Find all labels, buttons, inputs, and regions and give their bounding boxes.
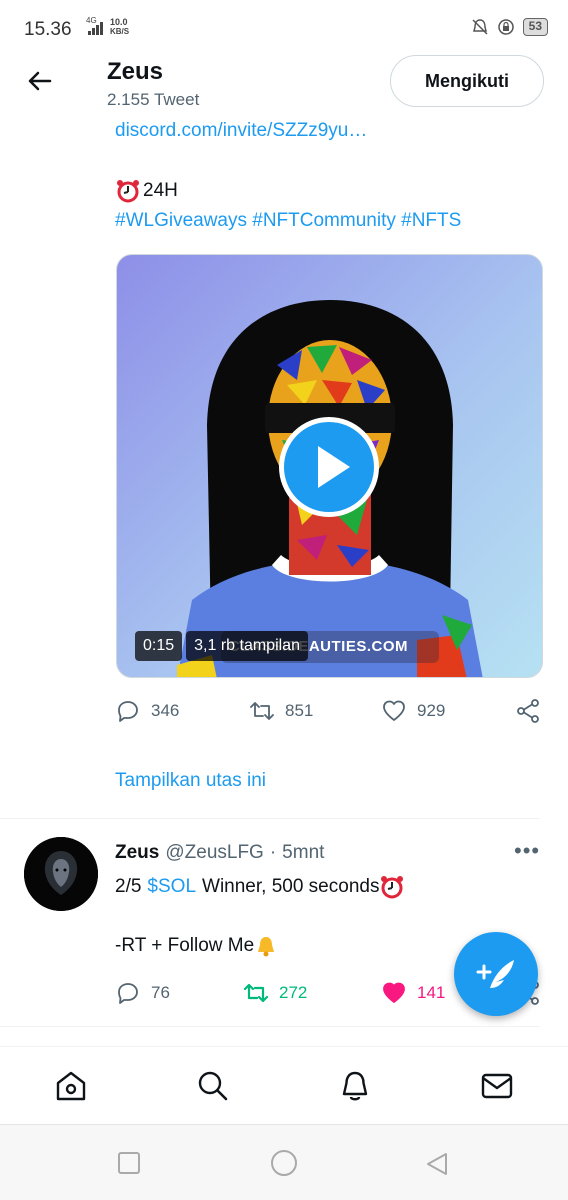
share-button[interactable] [515, 698, 541, 724]
recents-square-icon[interactable] [117, 1151, 141, 1175]
divider [0, 1026, 540, 1027]
battery-indicator: 53 [522, 18, 548, 36]
tweet2-line2: -RT + Follow Me [115, 934, 278, 958]
like-count: 929 [417, 701, 446, 720]
play-button[interactable] [279, 417, 379, 517]
divider [0, 818, 540, 819]
search-icon[interactable] [196, 1069, 230, 1103]
reply-button[interactable]: 346 [115, 698, 179, 724]
alarm-clock-icon [381, 876, 404, 899]
notifications-icon[interactable] [338, 1069, 372, 1103]
retweet-button[interactable]: 851 [249, 698, 313, 724]
cashtag-link[interactable]: $SOL [147, 876, 196, 898]
retweet-button[interactable]: 272 [243, 980, 307, 1006]
compose-feather-icon [476, 960, 514, 988]
rotation-lock-icon [497, 19, 514, 35]
avatar[interactable] [24, 837, 98, 911]
status-bar: 15.36 4G 10.0 KB/S 53 [0, 0, 568, 50]
like-button[interactable]: 929 [381, 698, 445, 724]
signal-icon [88, 22, 103, 35]
show-thread-link[interactable]: Tampilkan utas ini [115, 770, 266, 792]
reply-button[interactable]: 76 [115, 980, 170, 1006]
heart-icon [383, 982, 405, 1003]
lion-avatar-image [24, 837, 98, 911]
home-icon[interactable] [54, 1069, 88, 1103]
video-media[interactable]: CLASSIDEAUTIES.COM 0:15 3,1 rb tampilan [116, 254, 543, 678]
compose-button[interactable] [454, 932, 538, 1016]
video-duration: 0:15 [135, 631, 183, 661]
like-button[interactable]: 141 [381, 980, 445, 1006]
mute-bell-icon [472, 19, 488, 35]
home-circle-icon[interactable] [269, 1148, 299, 1178]
video-overlay: 0:15 3,1 rb tampilan [135, 631, 308, 661]
system-navigation [0, 1124, 568, 1200]
reply-count: 76 [151, 983, 170, 1002]
tweet2-body: 2/5 $SOL Winner, 500 seconds [115, 874, 405, 900]
status-icons: 53 [471, 18, 548, 36]
tweet2-prefix: 2/5 [115, 876, 142, 897]
network-speed: 10.0 KB/S [110, 17, 129, 37]
tweet-time: 5mnt [282, 842, 325, 863]
share-icon [517, 699, 539, 723]
reply-count: 346 [151, 701, 180, 720]
retweet-icon [243, 983, 269, 1003]
heart-icon [383, 700, 405, 721]
profile-name: Zeus [107, 58, 164, 85]
back-triangle-icon[interactable] [424, 1151, 450, 1177]
author-name[interactable]: Zeus [115, 842, 159, 864]
bottom-navigation [0, 1046, 568, 1124]
alarm-clock-icon [117, 180, 139, 203]
timer-line: 24H [115, 178, 178, 204]
discord-link[interactable]: discord.com/invite/SZZz9yu… [115, 120, 367, 142]
tweet-count: 2.155 Tweet [107, 90, 200, 109]
retweet-icon [250, 702, 274, 720]
arrow-left-icon[interactable] [24, 66, 54, 96]
more-options-icon[interactable]: ••• [514, 838, 540, 864]
status-time: 15.36 [24, 19, 72, 40]
profile-header: Zeus 2.155 Tweet Mengikuti [0, 50, 568, 120]
speed-value: 10.0 [110, 17, 128, 27]
tweet2-line2-text: -RT + Follow Me [115, 935, 255, 956]
tweet2-header: Zeus @ZeusLFG · 5mnt [115, 842, 324, 864]
timer-text: 24H [143, 180, 178, 201]
play-icon [318, 446, 350, 488]
retweet-count: 851 [285, 701, 314, 720]
comment-icon [118, 983, 138, 1004]
like-count: 141 [417, 983, 446, 1002]
separator-dot: · [269, 842, 277, 863]
tweet2-text: Winner, 500 seconds [202, 876, 380, 897]
tweet1-actions: 346 851 929 [115, 698, 545, 728]
video-views: 3,1 rb tampilan [186, 631, 308, 661]
speed-unit: KB/S [110, 27, 130, 36]
messages-icon[interactable] [480, 1069, 514, 1103]
following-button[interactable]: Mengikuti [390, 55, 544, 107]
hashtags[interactable]: #WLGiveaways #NFTCommunity #NFTS [115, 210, 461, 232]
author-handle[interactable]: @ZeusLFG [165, 842, 263, 864]
comment-icon [118, 701, 138, 722]
bell-icon [258, 937, 275, 957]
retweet-count: 272 [279, 983, 308, 1002]
